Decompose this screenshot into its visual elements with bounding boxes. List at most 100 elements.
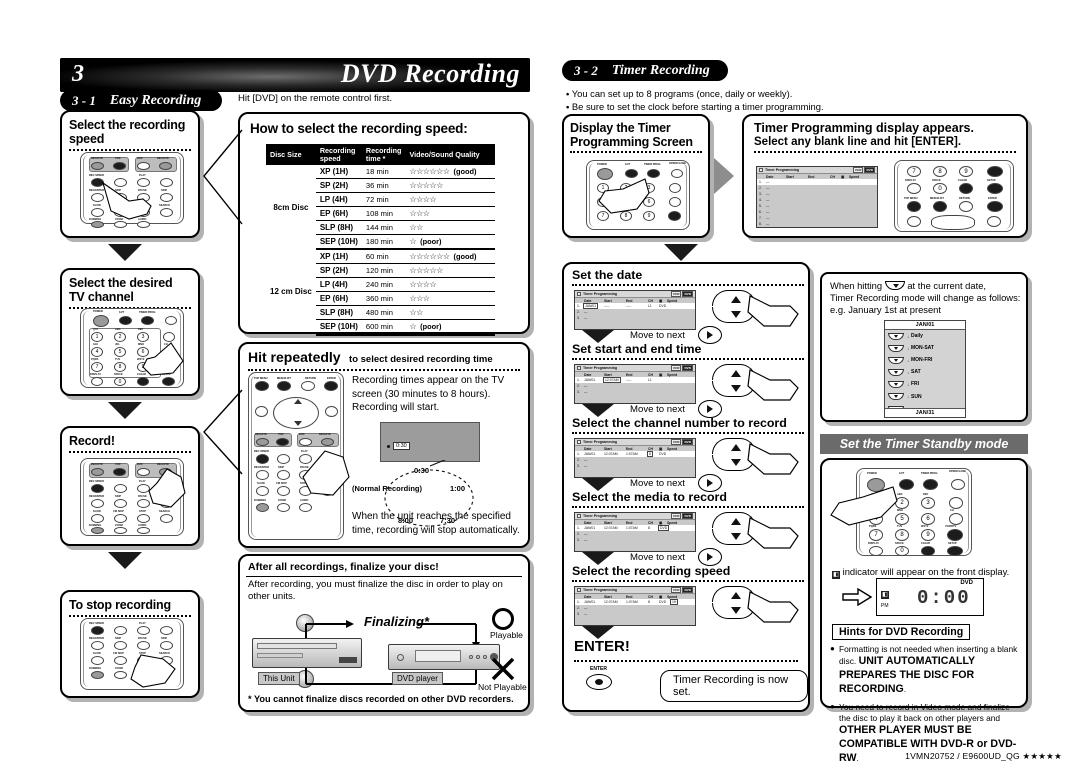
- remote-button-cm-skip[interactable]: [277, 486, 290, 496]
- remote-key-2[interactable]: 2: [114, 332, 126, 342]
- osd-blank-line[interactable]: 3. —: [575, 537, 695, 543]
- remote-button-display[interactable]: [869, 546, 883, 556]
- remote-button-audio[interactable]: [299, 503, 312, 512]
- remote-button-recotr-2[interactable]: [321, 438, 334, 446]
- remote-button-vcr-dtv[interactable]: [947, 529, 963, 541]
- remote-button-recotr-2[interactable]: [159, 162, 172, 170]
- remote-key-5[interactable]: 5: [114, 347, 126, 357]
- remote-button-recotr-1[interactable]: [91, 468, 104, 476]
- remote-button-cm-skip[interactable]: [114, 656, 127, 665]
- remote-button-rec-speed[interactable]: [91, 626, 104, 635]
- remote-button-vcr[interactable]: [113, 468, 126, 476]
- remote-button-cm-skip[interactable]: [114, 514, 127, 523]
- remote-button-audio[interactable]: [137, 527, 150, 534]
- remote-key-8[interactable]: 8: [114, 362, 126, 372]
- remote-button-stop[interactable]: [137, 514, 150, 523]
- remote-key-7[interactable]: 7: [91, 362, 103, 372]
- remote-button-open-close[interactable]: [951, 479, 965, 490]
- remote-button-ch-up[interactable]: [669, 183, 681, 193]
- remote-button-right[interactable]: [325, 406, 338, 417]
- osd-blank-line[interactable]: 3. —: [575, 611, 695, 617]
- osd-blank-line[interactable]: 3. —: [575, 389, 695, 395]
- remote-button-rew[interactable]: [114, 484, 127, 493]
- remote-button-rec-enter[interactable]: [91, 499, 104, 508]
- remote-button-slow[interactable]: [256, 486, 269, 496]
- remote-button-ch-down[interactable]: [669, 197, 681, 207]
- remote-button-vcr[interactable]: [276, 438, 289, 446]
- remote-button-play[interactable]: [137, 626, 150, 635]
- remote-button-rew[interactable]: [277, 454, 290, 464]
- remote-key-3[interactable]: 3: [921, 497, 935, 509]
- remote-button-power[interactable]: [93, 315, 109, 327]
- remote-button-dubbing[interactable]: [91, 527, 104, 534]
- remote-button-vcr-dtv[interactable]: [668, 211, 681, 221]
- remote-button-menu-list[interactable]: [277, 381, 291, 391]
- remote-button-left[interactable]: [255, 406, 268, 417]
- remote-button-skip-back[interactable]: [114, 641, 127, 650]
- remote-button-clear[interactable]: [959, 183, 973, 194]
- remote-button-rec-enter[interactable]: [256, 470, 269, 480]
- remote-key-7[interactable]: 7: [907, 166, 921, 177]
- osd-blank-line[interactable]: 8. —: [757, 221, 877, 227]
- remote-button-recotr-1[interactable]: [256, 438, 269, 446]
- remote-button-clear[interactable]: [921, 546, 935, 556]
- remote-key-8[interactable]: 8: [933, 166, 947, 177]
- remote-button-rec-speed[interactable]: [91, 484, 104, 493]
- remote-button-skip-back[interactable]: [277, 470, 290, 480]
- remote-dpad[interactable]: [931, 215, 975, 230]
- remote-button-skip-fwd[interactable]: [160, 193, 173, 202]
- dpad-up-icon[interactable]: [294, 399, 302, 404]
- remote-key-0[interactable]: 0: [933, 183, 947, 194]
- osd-blank-line[interactable]: 3. —: [575, 463, 695, 469]
- remote-key-6[interactable]: 6: [921, 513, 935, 525]
- remote-key-4[interactable]: 4: [91, 347, 103, 357]
- remote-button-vcr-dtv[interactable]: [987, 166, 1003, 177]
- remote-button-top-menu[interactable]: [255, 381, 269, 391]
- osd-blank-line[interactable]: 3. —: [575, 315, 695, 321]
- remote-button-return[interactable]: [959, 201, 973, 212]
- dpad-down-icon[interactable]: [294, 421, 302, 426]
- remote-button-enter[interactable]: [324, 381, 338, 391]
- remote-button-left[interactable]: [907, 216, 921, 227]
- remote-button-search[interactable]: [160, 514, 173, 523]
- remote-key-1[interactable]: 1: [91, 332, 103, 342]
- remote-button-rec-enter[interactable]: [91, 641, 104, 650]
- remote-button-display[interactable]: [91, 377, 103, 386]
- remote-button-timer-prog[interactable]: [923, 479, 938, 490]
- remote-button-vcr[interactable]: [113, 162, 126, 170]
- remote-button-dubbing[interactable]: [256, 503, 269, 512]
- remote-key-0[interactable]: 0: [114, 377, 126, 386]
- remote-button-zoom[interactable]: [114, 671, 127, 679]
- remote-button-open-close[interactable]: [165, 316, 177, 325]
- remote-button-enter[interactable]: [987, 201, 1003, 212]
- remote-button-timer-prog[interactable]: [141, 316, 154, 325]
- remote-button-dvd[interactable]: [137, 162, 150, 170]
- enter-key-button[interactable]: [586, 674, 612, 690]
- remote-button-rew[interactable]: [114, 626, 127, 635]
- remote-button-zoom[interactable]: [114, 527, 127, 534]
- remote-button-open-close[interactable]: [671, 169, 683, 178]
- remote-button-ff[interactable]: [160, 178, 173, 187]
- remote-button-ch-down[interactable]: [949, 513, 963, 525]
- remote-key-9[interactable]: 9: [921, 529, 935, 541]
- remote-button-right[interactable]: [987, 216, 1001, 227]
- remote-button-dvd[interactable]: [299, 438, 312, 446]
- remote-button-ff[interactable]: [160, 626, 173, 635]
- remote-button-top-menu[interactable]: [907, 201, 921, 212]
- remote-button-menu-list[interactable]: [933, 201, 947, 212]
- remote-key-0[interactable]: 0: [895, 546, 909, 556]
- remote-button-set[interactable]: [899, 479, 914, 490]
- remote-key-9[interactable]: 9: [959, 166, 973, 177]
- remote-button-pause[interactable]: [137, 641, 150, 650]
- remote-button-skip-back[interactable]: [114, 499, 127, 508]
- remote-button-display[interactable]: [907, 183, 921, 194]
- remote-button-search[interactable]: [160, 208, 173, 217]
- remote-button-recotr-1[interactable]: [91, 162, 104, 170]
- remote-button-zoom[interactable]: [277, 503, 290, 512]
- remote-button-rec-speed[interactable]: [256, 454, 269, 464]
- remote-button-ch-up[interactable]: [949, 497, 963, 509]
- remote-button-setup[interactable]: [987, 183, 1003, 194]
- remote-button-dubbing[interactable]: [91, 671, 104, 679]
- remote-button-slow[interactable]: [91, 656, 104, 665]
- remote-button-return[interactable]: [301, 381, 315, 391]
